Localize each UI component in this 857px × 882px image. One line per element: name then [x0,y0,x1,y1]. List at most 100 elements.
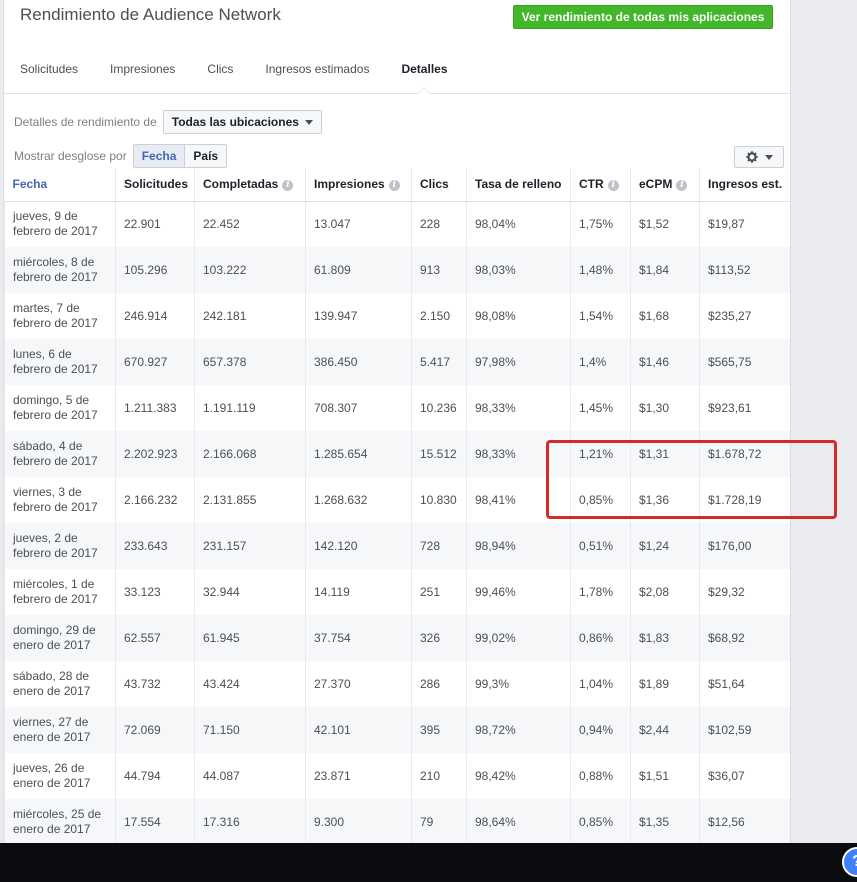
column-header-label: Tasa de relleno [475,177,562,192]
column-header-completadas[interactable]: Completadas i [194,168,306,202]
cell-ecpm: $1,24 [630,523,700,569]
tab-bar: Solicitudes Impresiones Clics Ingresos e… [4,46,790,94]
cell-date: viernes, 27 de enero de 2017 [4,707,116,753]
info-icon[interactable]: i [607,180,619,192]
cell-ingresos: $68,92 [699,615,790,661]
cell-ingresos: $19,87 [699,201,790,247]
breakdown-toggle: Fecha País [132,144,228,168]
cell-completadas: 17.316 [194,799,306,843]
cell-solicitudes: 2.202.923 [115,431,195,477]
cell-date: jueves, 9 de febrero de 2017 [4,201,116,247]
cell-ctr: 0,51% [570,523,631,569]
cell-impresiones: 27.370 [305,661,412,707]
cell-impresiones: 386.450 [305,339,412,385]
cell-tasa: 98,42% [466,753,571,799]
cell-ingresos: $36,07 [699,753,790,799]
breakdown-fecha-button[interactable]: Fecha [133,145,186,167]
cell-ingresos: $12,56 [699,799,790,843]
cell-clics: 395 [411,707,467,753]
cell-ctr: 0,94% [570,707,631,753]
cell-ctr: 1,21% [570,431,631,477]
column-header-ingresos-est[interactable]: Ingresos est. [699,168,790,202]
cell-completadas: 61.945 [194,615,306,661]
info-icon[interactable]: i [388,180,400,192]
cell-date: viernes, 3 de febrero de 2017 [4,477,116,523]
cell-ecpm: $1,89 [630,661,700,707]
cell-completadas: 71.150 [194,707,306,753]
cell-ctr: 0,88% [570,753,631,799]
cell-clics: 251 [411,569,467,615]
cell-impresiones: 139.947 [305,293,412,339]
settings-menu-button[interactable] [734,146,784,168]
column-header-ecpm[interactable]: eCPM i [630,168,700,202]
column-header-impresiones[interactable]: Impresiones i [305,168,412,202]
cell-solicitudes: 33.123 [115,569,195,615]
cell-tasa: 98,72% [466,707,571,753]
cell-tasa: 97,98% [466,339,571,385]
cell-ecpm: $1,84 [630,247,700,293]
info-icon[interactable]: i [676,180,688,192]
cell-clics: 79 [411,799,467,843]
cell-completadas: 657.378 [194,339,306,385]
cell-completadas: 32.944 [194,569,306,615]
cell-completadas: 103.222 [194,247,306,293]
cell-solicitudes: 670.927 [115,339,195,385]
cell-ingresos: $102,59 [699,707,790,753]
cell-ctr: 1,78% [570,569,631,615]
column-header-label: CTR [579,177,604,192]
placement-select[interactable]: Todas las ubicaciones [162,110,322,134]
cell-date: miércoles, 1 de febrero de 2017 [4,569,116,615]
table-row: domingo, 29 de enero de 2017 62.557 61.945… [4,615,790,661]
column-header-clics[interactable]: Clics [411,168,467,202]
column-header-tasa-de-relleno[interactable]: Tasa de relleno [466,168,571,202]
tab-impresiones[interactable]: Impresiones [94,46,191,93]
cell-ingresos: $923,61 [699,385,790,431]
cell-ecpm: $1,30 [630,385,700,431]
table-row: domingo, 5 de febrero de 2017 1.211.383 1.… [4,385,790,431]
table-row: viernes, 3 de febrero de 2017 2.166.232 2.… [4,477,790,523]
cell-date: martes, 7 de febrero de 2017 [4,293,116,339]
table-row: jueves, 9 de febrero de 2017 22.901 22.452… [4,201,790,247]
cell-ingresos: $1.728,19 [699,477,790,523]
cell-ecpm: $1,51 [630,753,700,799]
column-header-ctr[interactable]: CTR i [570,168,631,202]
table-body: jueves, 9 de febrero de 2017 22.901 22.452… [4,201,790,843]
cell-clics: 15.512 [411,431,467,477]
breakdown-pais-button[interactable]: País [185,145,227,167]
breakdown-filter: Mostrar desglose por Fecha País [14,144,228,168]
cell-date: sábado, 4 de febrero de 2017 [4,431,116,477]
cell-clics: 5.417 [411,339,467,385]
cell-solicitudes: 72.069 [115,707,195,753]
cell-ctr: 1,45% [570,385,631,431]
cell-ctr: 1,4% [570,339,631,385]
cell-clics: 10.830 [411,477,467,523]
cell-ctr: 0,86% [570,615,631,661]
placement-filter-label: Detalles de rendimiento de [14,115,157,129]
tab-ingresos-estimados[interactable]: Ingresos estimados [249,46,385,93]
cell-solicitudes: 233.643 [115,523,195,569]
placement-filter: Detalles de rendimiento de Todas las ubi… [14,110,322,134]
performance-table: Fecha Solicitudes Completadas i Impresion… [4,168,790,843]
cell-ingresos: $235,27 [699,293,790,339]
info-icon[interactable]: i [282,180,294,192]
gear-icon [746,151,758,163]
table-row: jueves, 2 de febrero de 2017 233.643 231.1… [4,523,790,569]
tab-detalles[interactable]: Detalles [385,46,463,94]
tab-solicitudes[interactable]: Solicitudes [4,46,94,93]
cell-completadas: 43.424 [194,661,306,707]
cell-ctr: 1,75% [570,201,631,247]
column-header-solicitudes[interactable]: Solicitudes [115,168,195,202]
cell-solicitudes: 44.794 [115,753,195,799]
column-header-fecha[interactable]: Fecha [4,168,116,202]
cell-solicitudes: 1.211.383 [115,385,195,431]
cell-impresiones: 42.101 [305,707,412,753]
tab-clics[interactable]: Clics [191,46,249,93]
cell-ingresos: $29,32 [699,569,790,615]
cell-tasa: 98,64% [466,799,571,843]
cell-ecpm: $1,52 [630,201,700,247]
cell-ecpm: $1,68 [630,293,700,339]
cell-date: domingo, 5 de febrero de 2017 [4,385,116,431]
cell-ecpm: $1,35 [630,799,700,843]
cell-solicitudes: 105.296 [115,247,195,293]
all-apps-performance-button[interactable]: Ver rendimiento de todas mis aplicacione… [513,5,773,29]
